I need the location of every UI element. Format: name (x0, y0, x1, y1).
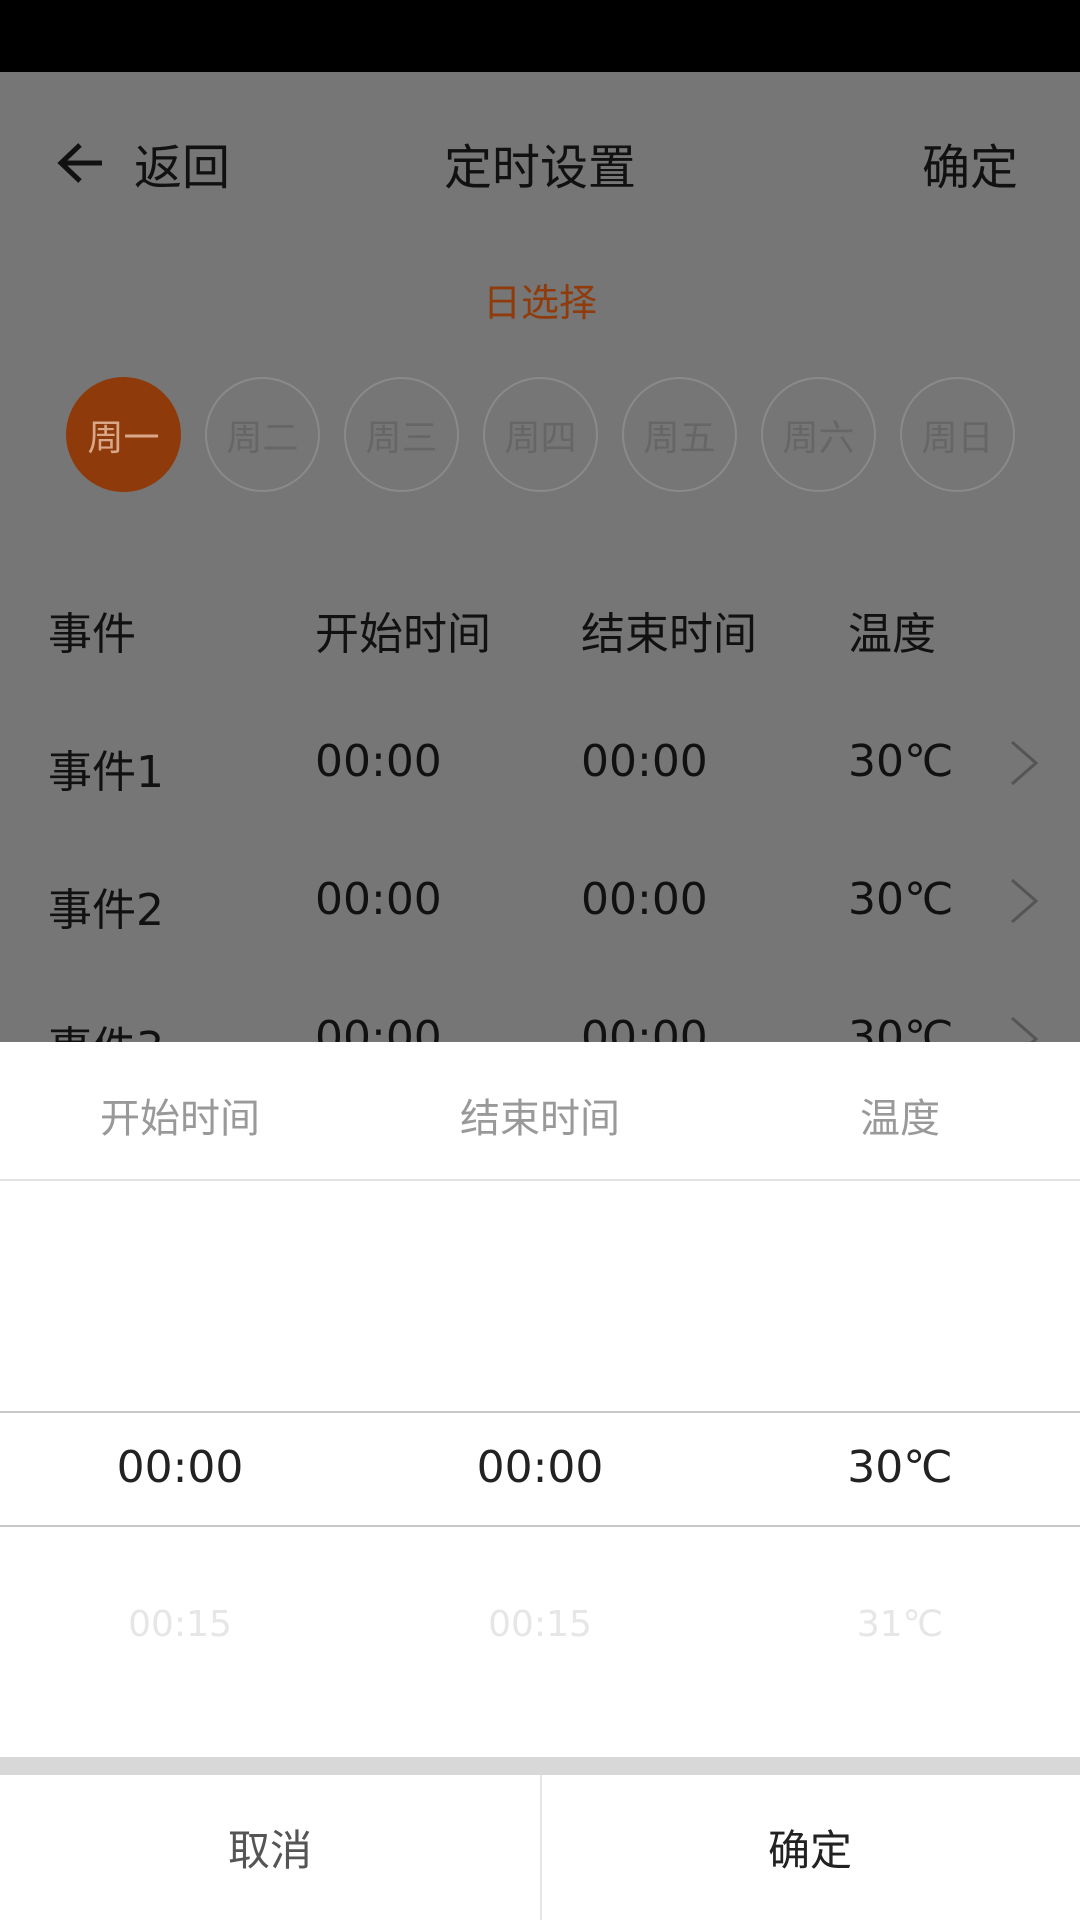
confirm-button-top[interactable]: 确定 (922, 128, 1018, 198)
start-time: 00:00 (315, 736, 442, 787)
end-time: 00:00 (581, 874, 708, 925)
separator-band (0, 1757, 1080, 1775)
day-selector: 周一 周二 周三 周四 周五 周六 周日 (66, 377, 1015, 492)
day-selection-label: 日选择 (482, 281, 597, 325)
temperature: 30℃ (848, 736, 954, 787)
chevron-right-icon (1011, 740, 1039, 786)
header-end: 结束时间 (581, 609, 757, 660)
end-time: 00:00 (581, 736, 708, 787)
end-time-next: 00:15 (488, 1604, 592, 1645)
start-time-wheel[interactable]: 00:00 (0, 1442, 360, 1493)
day-thu[interactable]: 周四 (483, 377, 598, 492)
start-time: 00:00 (315, 874, 442, 925)
day-sun[interactable]: 周日 (900, 377, 1015, 492)
status-bar (0, 0, 1080, 72)
table-header: 事件 开始时间 结束时间 温度 (0, 598, 1080, 660)
day-sat[interactable]: 周六 (761, 377, 876, 492)
event-name: 事件2 (48, 885, 164, 936)
temperature-next: 31℃ (856, 1604, 944, 1645)
selection-line-bottom (0, 1525, 1080, 1527)
day-fri[interactable]: 周五 (622, 377, 737, 492)
time-picker-sheet: 开始时间 结束时间 温度 00:00 00:00 30℃ 00:15 00:15… (0, 1042, 1080, 1920)
confirm-button[interactable]: 确定 (540, 1775, 1080, 1920)
chevron-right-icon (1011, 878, 1039, 924)
divider (0, 1179, 1080, 1181)
page-title: 定时设置 (443, 140, 636, 196)
picker-header-start: 开始时间 (100, 1096, 260, 1142)
header-temp: 温度 (848, 609, 936, 660)
temperature: 30℃ (848, 874, 954, 925)
header-start: 开始时间 (315, 609, 491, 660)
header: 返回 定时设置 确定 (0, 100, 1080, 216)
day-wed[interactable]: 周三 (344, 377, 459, 492)
table-row[interactable]: 事件2 00:00 00:00 30℃ (0, 874, 1080, 936)
picker-header-temp: 温度 (860, 1096, 940, 1142)
start-time-next: 00:15 (128, 1604, 232, 1645)
cancel-button[interactable]: 取消 (0, 1775, 540, 1920)
header-event: 事件 (48, 609, 136, 660)
picker-header-end: 结束时间 (460, 1096, 620, 1142)
selection-line-top (0, 1411, 1080, 1413)
table-row[interactable]: 事件1 00:00 00:00 30℃ (0, 736, 1080, 798)
end-time-wheel[interactable]: 00:00 (360, 1442, 720, 1493)
day-tue[interactable]: 周二 (205, 377, 320, 492)
temperature-wheel[interactable]: 30℃ (720, 1442, 1080, 1493)
day-mon[interactable]: 周一 (66, 377, 181, 492)
event-name: 事件1 (48, 747, 164, 798)
